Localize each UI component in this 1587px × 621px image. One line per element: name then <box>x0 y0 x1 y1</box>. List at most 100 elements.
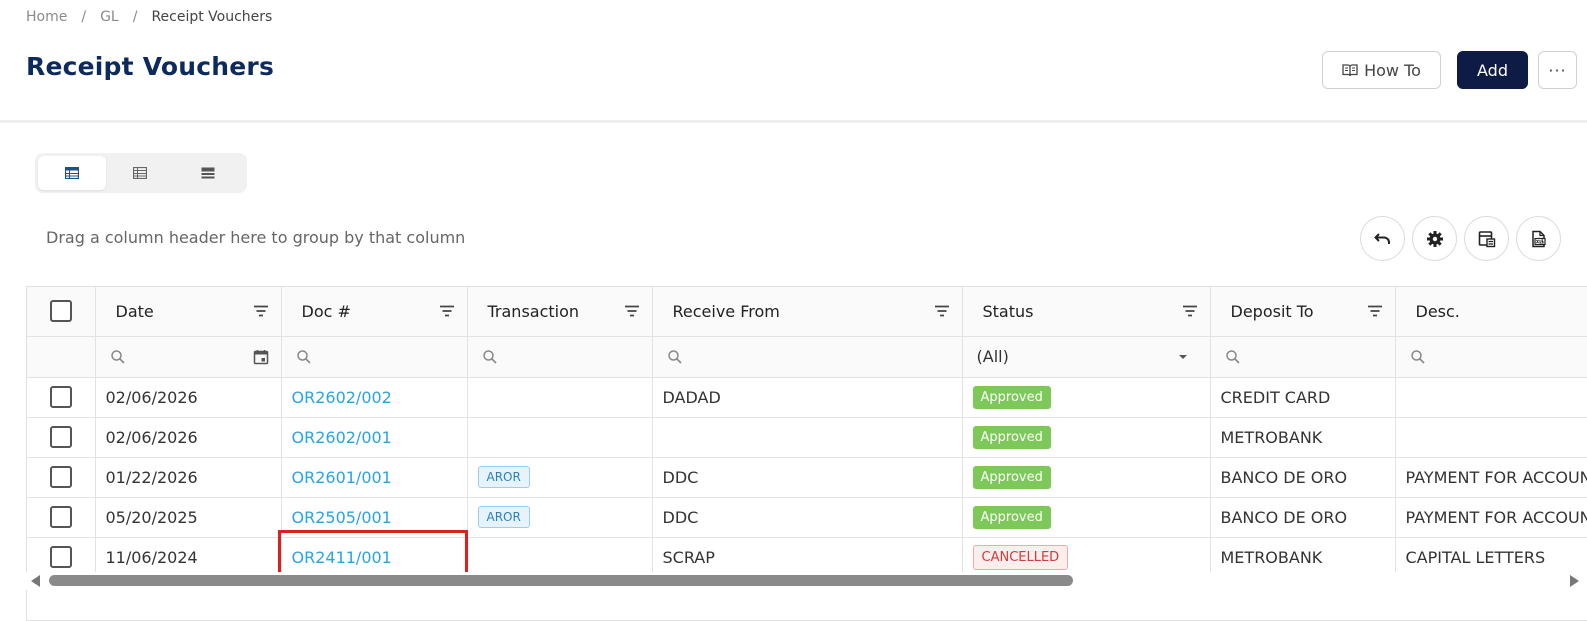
view-card-button[interactable] <box>174 156 242 190</box>
export-icon <box>1531 230 1546 247</box>
row-checkbox[interactable] <box>49 506 72 528</box>
header-divider <box>0 120 1587 123</box>
cell-desc: PAYMENT FOR ACCOUNT <box>1395 497 1587 538</box>
how-to-label: How To <box>1364 60 1421 80</box>
select-all-checkbox[interactable] <box>49 300 72 323</box>
view-mode-switcher <box>35 153 247 193</box>
column-chooser-icon <box>1478 230 1495 247</box>
status-badge: Approved <box>972 505 1051 529</box>
search-icon <box>482 349 497 364</box>
filter-transaction[interactable] <box>467 336 653 378</box>
column-header-status[interactable]: Status <box>962 287 1211 337</box>
page-title: Receipt Vouchers <box>26 52 275 81</box>
breadcrumb-current: Receipt Vouchers <box>151 9 273 25</box>
cell-doc: OR2411/001 <box>281 537 468 578</box>
table-row[interactable]: 05/20/2025 OR2505/001 AROR DDC Approved … <box>27 497 1587 538</box>
cell-status: Approved <box>962 497 1211 538</box>
cell-deposit-to: CREDIT CARD <box>1210 377 1396 418</box>
data-grid: Date Doc # Transaction Receive From Stat… <box>26 286 1587 621</box>
column-title: Doc # <box>301 301 351 321</box>
table-row[interactable]: 02/06/2026 OR2602/001 Approved METROBANK <box>27 417 1587 458</box>
column-header-doc[interactable]: Doc # <box>281 287 468 337</box>
breadcrumb-gl[interactable]: GL <box>100 9 119 25</box>
table-row[interactable]: 11/06/2024 OR2411/001 SCRAP CANCELLED ME… <box>27 537 1587 578</box>
view-table-button[interactable] <box>38 156 106 190</box>
row-checkbox[interactable] <box>49 426 72 448</box>
column-header-deposit-to[interactable]: Deposit To <box>1210 287 1396 337</box>
cell-transaction <box>467 417 653 458</box>
column-title: Deposit To <box>1230 301 1314 321</box>
calendar-icon[interactable] <box>253 349 269 365</box>
undo-button[interactable] <box>1360 216 1405 261</box>
row-select-cell <box>27 377 96 418</box>
cell-receive-from: DADAD <box>652 377 963 418</box>
column-header-date[interactable]: Date <box>95 287 282 337</box>
more-options-button[interactable]: ··· <box>1538 51 1577 89</box>
scroll-left-icon[interactable] <box>31 575 40 587</box>
cell-deposit-to: METROBANK <box>1210 417 1396 458</box>
gear-icon <box>1426 230 1443 247</box>
filter-doc[interactable] <box>281 336 468 378</box>
column-chooser-button[interactable] <box>1464 216 1509 261</box>
breadcrumb-home[interactable]: Home <box>26 9 67 25</box>
filter-icon[interactable] <box>624 305 640 317</box>
card-icon <box>201 167 215 179</box>
cell-desc: CAPITAL LETTERS <box>1395 537 1587 578</box>
table-row[interactable]: 01/22/2026 OR2601/001 AROR DDC Approved … <box>27 457 1587 498</box>
cell-receive-from: DDC <box>652 457 963 498</box>
doc-link[interactable]: OR2505/001 <box>292 508 392 527</box>
breadcrumb: Home / GL / Receipt Vouchers <box>26 8 272 26</box>
filter-receive-from[interactable] <box>652 336 963 378</box>
column-header-transaction[interactable]: Transaction <box>467 287 653 337</box>
cell-doc: OR2602/001 <box>281 417 468 458</box>
doc-link[interactable]: OR2411/001 <box>292 548 392 567</box>
view-list-button[interactable] <box>106 156 174 190</box>
row-checkbox[interactable] <box>49 466 72 488</box>
group-panel-hint[interactable]: Drag a column header here to group by th… <box>46 228 465 247</box>
filter-status[interactable]: (All) <box>962 336 1211 378</box>
row-checkbox[interactable] <box>49 546 72 568</box>
horizontal-scrollbar[interactable] <box>26 572 1587 590</box>
doc-link[interactable]: OR2602/002 <box>292 388 392 407</box>
cell-status: Approved <box>962 457 1211 498</box>
how-to-button[interactable]: How To <box>1322 51 1441 89</box>
filter-icon[interactable] <box>1182 305 1198 317</box>
column-header-desc[interactable]: Desc. <box>1395 287 1587 337</box>
filter-desc[interactable] <box>1395 336 1587 378</box>
scroll-right-icon[interactable] <box>1570 575 1579 587</box>
undo-icon <box>1373 232 1390 244</box>
filter-icon[interactable] <box>439 305 455 317</box>
transaction-tag: AROR <box>477 506 530 528</box>
cell-doc: OR2602/002 <box>281 377 468 418</box>
cell-date: 11/06/2024 <box>95 537 282 578</box>
filter-date[interactable] <box>95 336 282 378</box>
row-select-cell <box>27 497 96 538</box>
scrollbar-thumb[interactable] <box>49 575 1073 586</box>
filter-deposit-to[interactable] <box>1210 336 1396 378</box>
doc-link[interactable]: OR2601/001 <box>292 468 392 487</box>
select-all-cell <box>27 287 96 337</box>
cell-date: 02/06/2026 <box>95 377 282 418</box>
cell-transaction: AROR <box>467 497 653 538</box>
row-checkbox[interactable] <box>49 386 72 408</box>
transaction-tag: AROR <box>477 466 530 488</box>
settings-button[interactable] <box>1412 216 1457 261</box>
doc-link[interactable]: OR2602/001 <box>292 428 392 447</box>
cell-transaction <box>467 377 653 418</box>
column-header-receive-from[interactable]: Receive From <box>652 287 963 337</box>
status-badge: Approved <box>972 425 1051 449</box>
cell-status: Approved <box>962 417 1211 458</box>
cell-transaction: AROR <box>467 457 653 498</box>
table-row[interactable]: 02/06/2026 OR2602/002 DADAD Approved CRE… <box>27 377 1587 418</box>
cell-transaction <box>467 537 653 578</box>
row-select-cell <box>27 537 96 578</box>
add-button[interactable]: Add <box>1457 51 1528 89</box>
filter-icon[interactable] <box>1367 305 1383 317</box>
cell-desc <box>1395 377 1587 418</box>
search-icon <box>110 349 125 364</box>
search-icon <box>1410 349 1425 364</box>
filter-icon[interactable] <box>934 305 950 317</box>
filter-icon[interactable] <box>253 305 269 317</box>
cell-status: CANCELLED <box>962 537 1211 578</box>
export-button[interactable] <box>1516 216 1561 261</box>
